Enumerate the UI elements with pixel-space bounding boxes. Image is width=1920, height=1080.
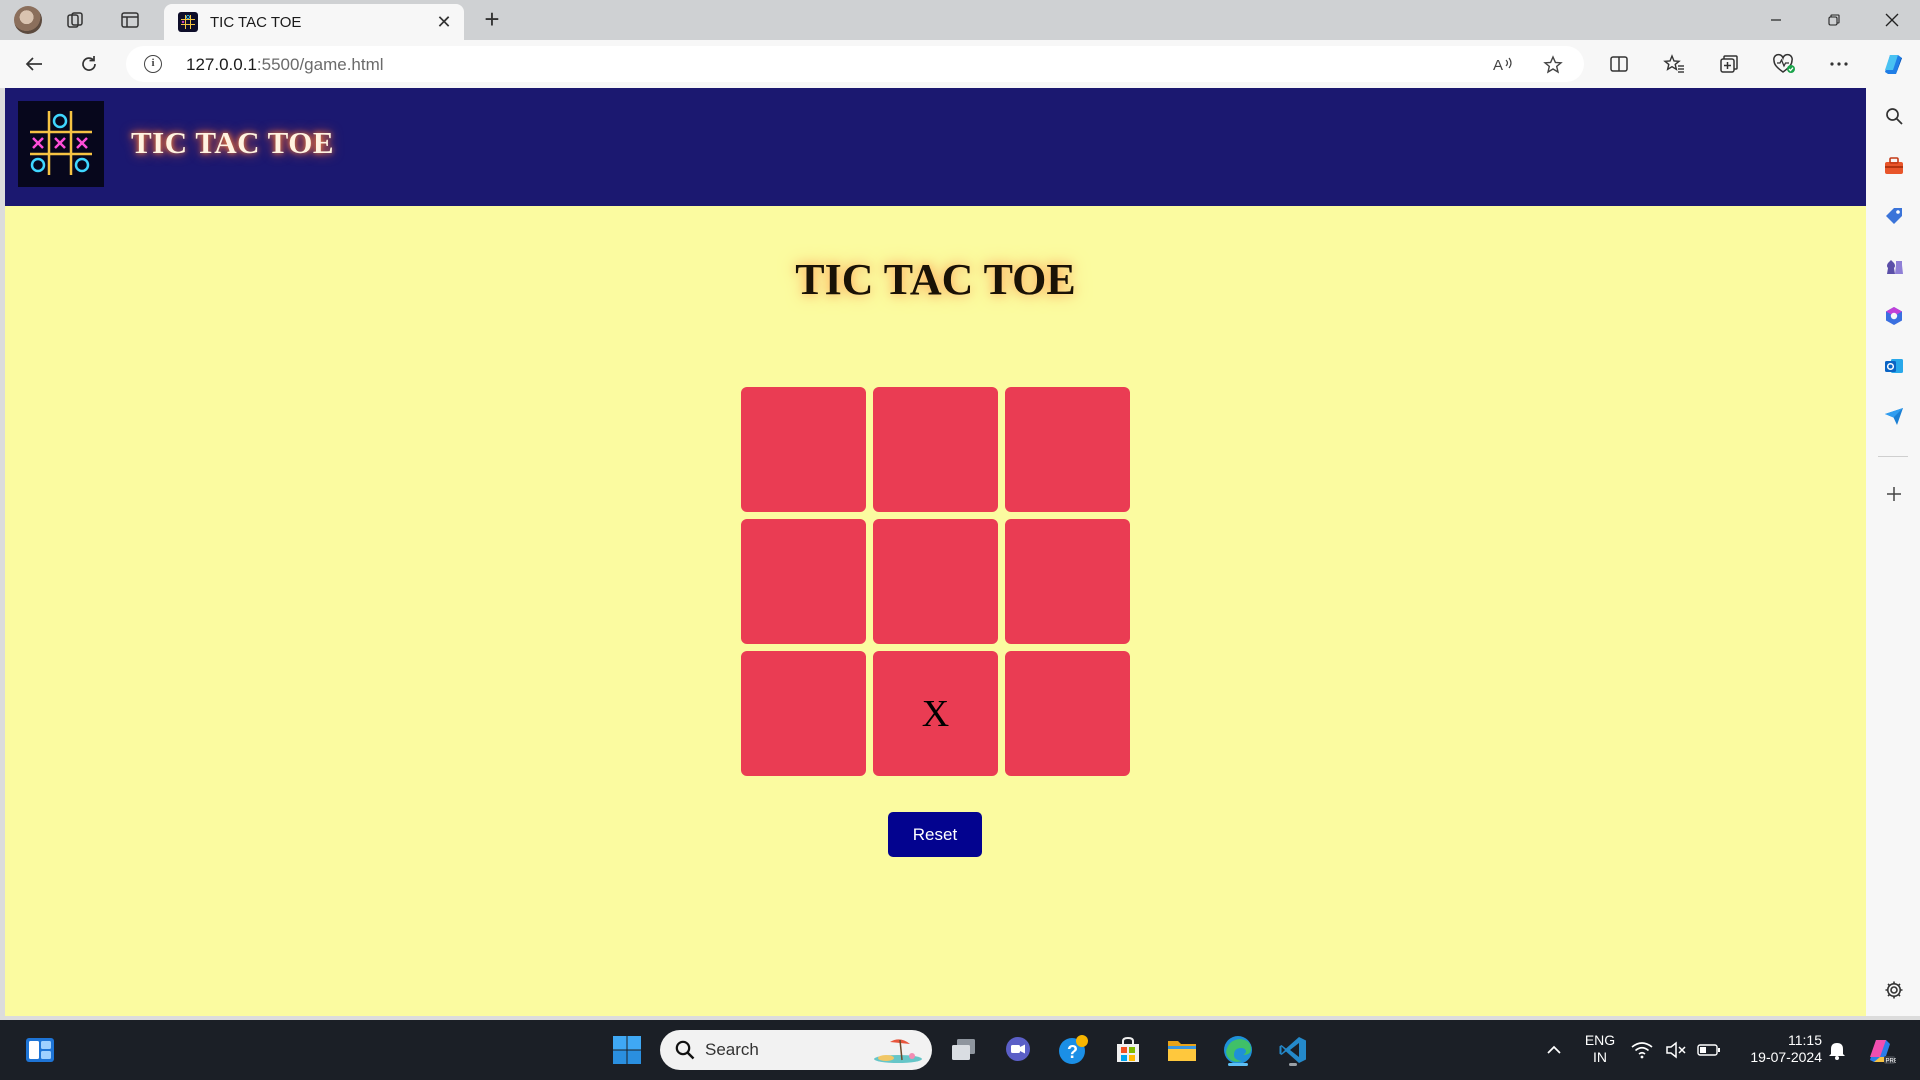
board-cell-9[interactable] <box>1005 651 1130 776</box>
favorites-icon[interactable] <box>1660 50 1688 78</box>
address-bar[interactable]: i 127.0.0.1:5500/game.html A <box>126 46 1584 82</box>
new-tab-icon[interactable]: + <box>478 6 506 34</box>
widgets-icon[interactable] <box>22 1032 58 1068</box>
microsoft-365-icon[interactable] <box>1882 304 1906 328</box>
outlook-icon[interactable] <box>1882 354 1906 378</box>
microsoft-store-icon[interactable] <box>1110 1032 1146 1068</box>
address-url[interactable]: 127.0.0.1:5500/game.html <box>186 55 384 75</box>
sidebar-search-icon[interactable] <box>1882 104 1906 128</box>
more-options-icon[interactable] <box>1825 50 1853 78</box>
board-cell-6[interactable] <box>1005 519 1130 644</box>
edge-browser-icon[interactable] <box>1220 1032 1256 1068</box>
notifications-bell-icon[interactable] <box>1826 1032 1848 1068</box>
windows-taskbar: Search ? ENG IN 11:15 19-07-2024 PRE <box>0 1020 1920 1080</box>
games-chess-icon[interactable] <box>1882 254 1906 278</box>
page-viewport: TIC TAC TOE TIC TAC TOE X Reset <box>5 88 1866 1016</box>
site-header-title: TIC TAC TOE <box>131 125 335 160</box>
clock-date: 19-07-2024 <box>1750 1049 1822 1065</box>
refresh-icon[interactable] <box>75 50 103 78</box>
windows-start-icon[interactable] <box>609 1032 645 1068</box>
language-indicator[interactable]: ENG IN <box>1580 1032 1620 1066</box>
board-cell-5[interactable] <box>873 519 998 644</box>
tic-tac-toe-favicon-icon <box>178 12 198 32</box>
browser-toolbar: i 127.0.0.1:5500/game.html A <box>0 40 1920 88</box>
task-view-icon[interactable] <box>946 1032 982 1068</box>
tab-title: TIC TAC TOE <box>210 13 302 31</box>
svg-text:?: ? <box>1067 1042 1078 1062</box>
tic-tac-toe-logo <box>18 101 104 187</box>
add-sidebar-app-icon[interactable] <box>1882 482 1906 506</box>
tools-briefcase-icon[interactable] <box>1882 154 1906 178</box>
battery-icon[interactable] <box>1696 1032 1722 1068</box>
site-header: TIC TAC TOE <box>5 88 1866 206</box>
tab-close-icon[interactable]: ✕ <box>434 12 454 32</box>
wifi-icon[interactable] <box>1630 1032 1654 1068</box>
url-path: :5500/game.html <box>256 55 384 74</box>
board-cell-2[interactable] <box>873 387 998 512</box>
language-region: IN <box>1593 1049 1607 1065</box>
board-cell-1[interactable] <box>741 387 866 512</box>
board-cell-4[interactable] <box>741 519 866 644</box>
browser-titlebar: TIC TAC TOE ✕ + <box>0 0 1920 40</box>
clock-time: 11:15 <box>1788 1032 1822 1048</box>
file-explorer-icon[interactable] <box>1164 1032 1200 1068</box>
reset-button[interactable]: Reset <box>888 812 982 857</box>
restore-icon[interactable] <box>1806 0 1862 40</box>
close-window-icon[interactable] <box>1864 0 1920 40</box>
copilot-icon[interactable] <box>1879 50 1907 78</box>
browser-sidebar <box>1866 88 1920 1016</box>
game-title: TIC TAC TOE <box>795 255 1076 304</box>
teams-chat-icon[interactable] <box>1000 1032 1036 1068</box>
back-arrow-icon[interactable] <box>20 50 48 78</box>
board-cell-8[interactable]: X <box>873 651 998 776</box>
minimize-icon[interactable] <box>1748 0 1804 40</box>
vscode-icon[interactable] <box>1275 1032 1311 1068</box>
svg-text:A: A <box>1493 57 1503 74</box>
taskbar-search-placeholder: Search <box>705 1040 759 1059</box>
browser-essentials-icon[interactable] <box>1770 50 1798 78</box>
url-host: 127.0.0.1 <box>186 55 257 74</box>
vscode-open-indicator <box>1289 1063 1297 1066</box>
game-board: X <box>741 387 1130 776</box>
get-help-icon[interactable]: ? <box>1055 1032 1091 1068</box>
workspaces-icon[interactable] <box>64 8 88 32</box>
svg-text:PRE: PRE <box>1886 1059 1897 1065</box>
read-aloud-icon[interactable]: A <box>1492 54 1514 76</box>
board-cell-7[interactable] <box>741 651 866 776</box>
profile-avatar[interactable] <box>14 6 42 34</box>
browser-tab-active[interactable]: TIC TAC TOE ✕ <box>164 4 464 40</box>
vertical-tabs-icon[interactable] <box>118 8 142 32</box>
language-code: ENG <box>1584 1032 1616 1048</box>
sidebar-separator <box>1878 456 1908 457</box>
board-cell-3[interactable] <box>1005 387 1130 512</box>
shopping-tag-icon[interactable] <box>1882 204 1906 228</box>
edge-active-indicator <box>1228 1063 1248 1066</box>
split-screen-icon[interactable] <box>1605 50 1633 78</box>
taskbar-search-box[interactable]: Search <box>660 1030 932 1070</box>
volume-muted-icon[interactable] <box>1664 1032 1688 1068</box>
show-hidden-icons-chevron-icon[interactable] <box>1536 1032 1572 1068</box>
site-info-icon[interactable]: i <box>144 55 162 73</box>
search-highlight-beach-icon <box>874 1039 922 1063</box>
sidebar-settings-gear-icon[interactable] <box>1882 978 1906 1002</box>
collections-icon[interactable] <box>1715 50 1743 78</box>
send-drop-icon[interactable] <box>1882 404 1906 428</box>
taskbar-search-icon <box>675 1040 695 1060</box>
favorite-star-icon[interactable] <box>1542 54 1564 76</box>
clock[interactable]: 11:15 19-07-2024 <box>1732 1032 1822 1066</box>
copilot-taskbar-icon[interactable]: PRE <box>1862 1032 1898 1068</box>
